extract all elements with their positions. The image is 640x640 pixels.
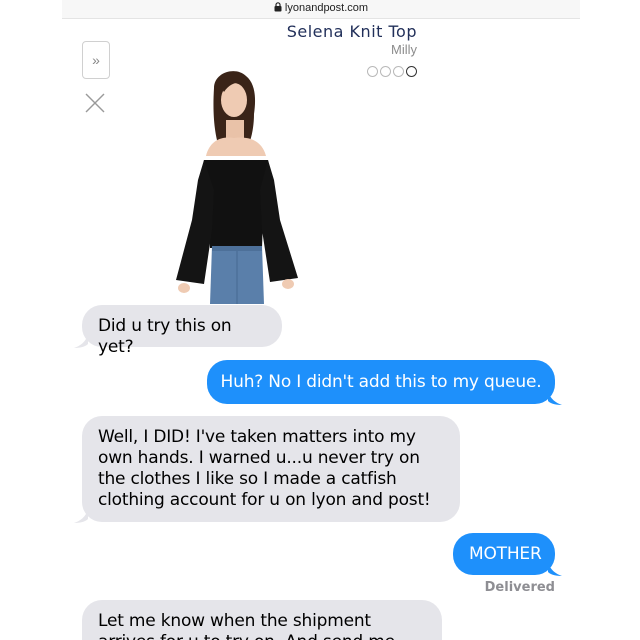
outgoing-message[interactable]: Huh? No I didn't add this to my queue. <box>207 360 555 404</box>
image-carousel-dots[interactable] <box>367 66 417 77</box>
incoming-message[interactable]: Did u try this on yet? <box>82 305 282 357</box>
product-brand: Milly <box>391 42 417 57</box>
incoming-message[interactable]: Let me know when the shipment arrives fo… <box>82 600 442 640</box>
carousel-dot[interactable] <box>367 66 378 77</box>
address-bar[interactable]: lyonandpost.com <box>62 0 580 19</box>
product-photo <box>176 71 298 304</box>
message-thread: lyonandpost.com » Selena Knit Top Milly <box>0 0 640 640</box>
close-icon[interactable] <box>84 92 106 114</box>
bubble-tail <box>74 334 88 348</box>
shared-screenshot[interactable]: lyonandpost.com » Selena Knit Top Milly <box>62 0 580 310</box>
expand-button[interactable]: » <box>82 41 110 79</box>
outgoing-message[interactable]: MOTHER <box>453 533 555 575</box>
product-title: Selena Knit Top <box>286 22 417 41</box>
carousel-dot-active[interactable] <box>406 66 417 77</box>
bubble-tail <box>74 509 88 523</box>
chevron-double-right-icon: » <box>92 52 100 68</box>
lock-icon <box>274 2 282 12</box>
delivery-status: Delivered <box>484 580 555 595</box>
incoming-message[interactable]: Well, I DID! I've taken matters into my … <box>82 416 460 522</box>
bubble-tail <box>548 562 562 576</box>
url-text: lyonandpost.com <box>284 2 369 14</box>
carousel-dot[interactable] <box>393 66 404 77</box>
carousel-dot[interactable] <box>380 66 391 77</box>
bubble-tail <box>548 391 562 405</box>
